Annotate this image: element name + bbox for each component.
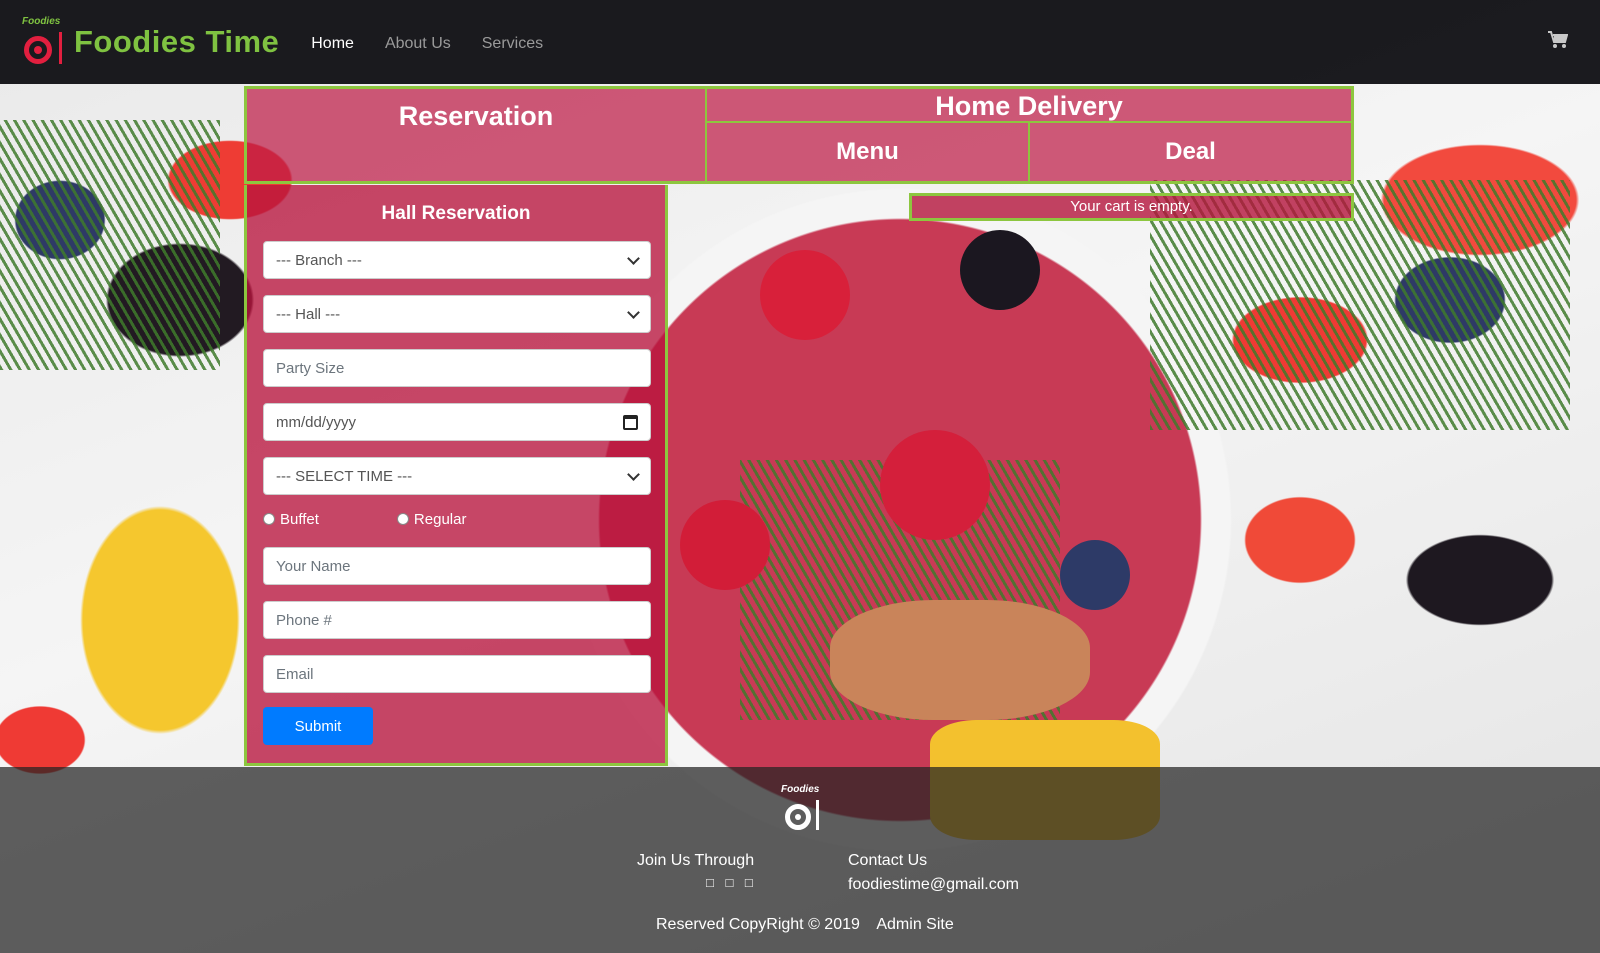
calendar-icon[interactable] [623,414,638,430]
email-placeholder: Email [276,665,314,683]
home-delivery-group: Home Delivery Menu Deal [707,89,1351,181]
footer-logo-small-text: Foodies [781,784,820,795]
join-us-label: Join Us Through [637,852,755,869]
radio-buffet[interactable]: Buffet [263,511,319,528]
chevron-down-icon [627,251,640,265]
radio-buffet-label: Buffet [280,510,319,528]
submit-button[interactable]: Submit [263,707,373,745]
name-placeholder: Your Name [276,557,351,575]
branch-select-value: --- Branch --- [276,251,362,269]
nav-link-home[interactable]: Home [311,35,354,53]
meal-type-radios: Buffet Regular [263,507,649,531]
copyright-line: Reserved CopyRight © 2019 Admin Site [656,916,954,934]
admin-site-link[interactable]: Admin Site [876,916,953,933]
chevron-down-icon [627,305,640,319]
copyright-text: Reserved CopyRight © 2019 [656,916,860,933]
party-size-placeholder: Party Size [276,359,345,377]
branch-select[interactable]: --- Branch --- [263,241,651,279]
shopping-cart-icon[interactable] [1548,31,1568,49]
footer-logo-icon: Foodies [779,784,823,836]
nav-links: Home About Us Services [311,35,543,53]
cart-empty-notice: Your cart is empty. [909,193,1354,221]
contact-us-label: Contact Us [848,852,928,869]
nav-link-services[interactable]: Services [482,35,543,53]
phone-input[interactable]: Phone # [263,601,651,639]
party-size-input[interactable]: Party Size [263,349,651,387]
date-placeholder: mm/dd/yyyy [276,413,357,431]
social-icons[interactable]: □ □ □ [706,875,757,890]
tab-deal[interactable]: Deal [1030,123,1351,181]
radio-regular-label: Regular [413,510,467,528]
radio-regular[interactable]: Regular [396,510,467,528]
footer: Foodies Join Us Through □ □ □ Contact Us… [0,767,1600,953]
chevron-down-icon [627,467,640,481]
time-select[interactable]: --- SELECT TIME --- [263,457,651,495]
time-select-value: --- SELECT TIME --- [276,467,413,485]
nav-link-about-us[interactable]: About Us [385,35,451,53]
tab-home-delivery[interactable]: Home Delivery [707,89,1351,123]
form-title: Hall Reservation [381,203,531,224]
hall-select[interactable]: --- Hall --- [263,295,651,333]
tab-menu[interactable]: Menu [707,123,1030,181]
radio-buffet-button[interactable] [263,513,275,525]
name-input[interactable]: Your Name [263,547,651,585]
service-tabs: Reservation Home Delivery Menu Deal [244,86,1354,184]
contact-email[interactable]: foodiestime@gmail.com [848,876,1019,894]
phone-placeholder: Phone # [276,611,332,629]
tab-reservation[interactable]: Reservation [247,89,707,181]
brand[interactable]: Foodies Foodies Time [20,16,279,68]
brand-name: Foodies Time [74,24,280,59]
email-input[interactable]: Email [263,655,651,693]
brand-logo-icon: Foodies [20,16,64,68]
date-input[interactable]: mm/dd/yyyy [263,403,651,441]
hall-select-value: --- Hall --- [276,305,341,323]
delivery-subtabs: Menu Deal [707,123,1351,181]
logo-small-text: Foodies [22,16,61,27]
radio-regular-button[interactable] [396,513,409,525]
hall-reservation-form: Hall Reservation --- Branch --- --- Hall… [244,185,668,766]
navbar: Foodies Foodies Time Home About Us Servi… [0,0,1600,84]
